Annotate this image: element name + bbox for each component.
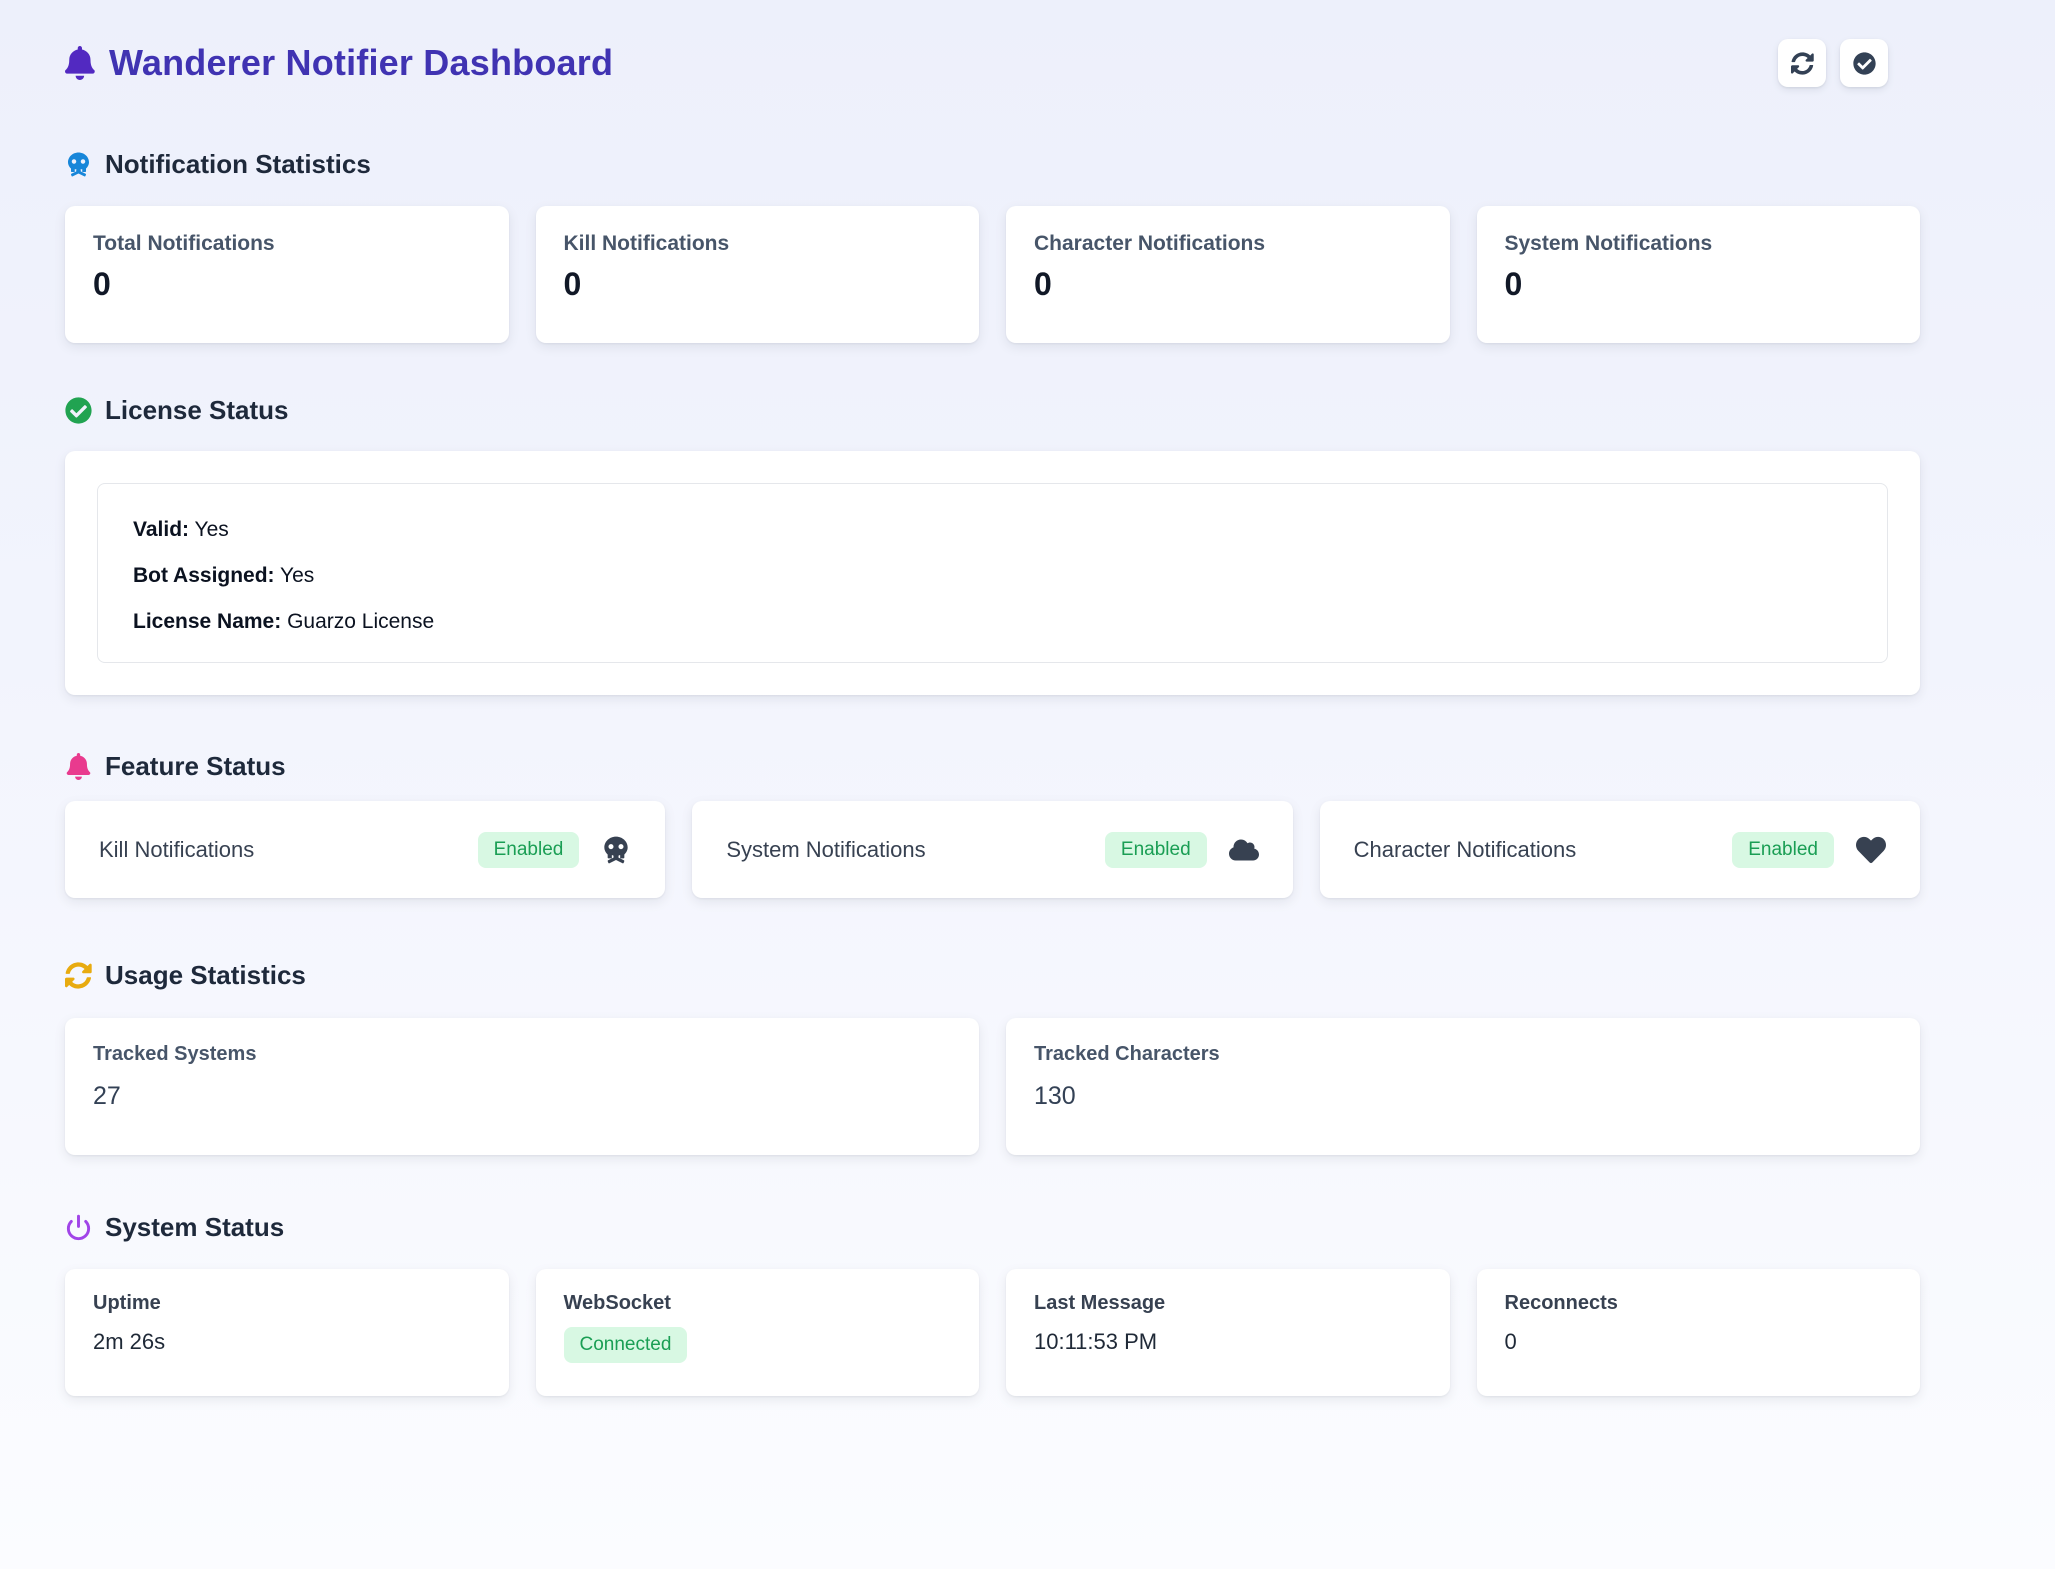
dashboard-page: Wanderer Notifier Dashboard Notification… bbox=[0, 0, 2055, 1516]
status-badge: Enabled bbox=[1732, 832, 1834, 868]
section-title-notification-statistics: Notification Statistics bbox=[65, 149, 1920, 180]
stat-value: 0 bbox=[1034, 266, 1422, 303]
stat-card-total-notifications: Total Notifications 0 bbox=[65, 206, 509, 343]
license-field-license-name: License Name: Guarzo License bbox=[133, 610, 1852, 634]
check-circle-icon bbox=[1853, 52, 1876, 75]
section-title-system-status: System Status bbox=[65, 1212, 1920, 1243]
feature-label: System Notifications bbox=[726, 837, 925, 863]
status-badge: Enabled bbox=[1105, 832, 1207, 868]
cloud-icon bbox=[1229, 835, 1259, 865]
stat-label: Kill Notifications bbox=[564, 232, 952, 256]
section-title-feature-status: Feature Status bbox=[65, 751, 1920, 782]
section-title-text: License Status bbox=[105, 395, 289, 426]
skull-crossbones-icon bbox=[65, 151, 92, 178]
section-license-status: License Status Valid: Yes Bot Assigned: … bbox=[65, 395, 1920, 695]
section-title-text: System Status bbox=[105, 1212, 284, 1243]
power-icon bbox=[65, 1214, 92, 1241]
feature-card-kill-notifications: Kill Notifications Enabled bbox=[65, 801, 665, 898]
license-field-value: Yes bbox=[280, 564, 314, 587]
status-badge: Enabled bbox=[478, 832, 580, 868]
feature-card-row: Kill Notifications Enabled System Notifi… bbox=[65, 801, 1920, 898]
system-card-uptime: Uptime 2m 26s bbox=[65, 1269, 509, 1396]
license-field-label: License Name: bbox=[133, 610, 281, 633]
usage-card-tracked-systems: Tracked Systems 27 bbox=[65, 1018, 979, 1155]
section-feature-status: Feature Status Kill Notifications Enable… bbox=[65, 751, 1920, 898]
stat-label: Total Notifications bbox=[93, 232, 481, 256]
header: Wanderer Notifier Dashboard bbox=[65, 33, 1920, 93]
stat-card-kill-notifications: Kill Notifications 0 bbox=[536, 206, 980, 343]
license-field-bot-assigned: Bot Assigned: Yes bbox=[133, 564, 1852, 588]
section-title-license-status: License Status bbox=[65, 395, 1920, 426]
section-usage-statistics: Usage Statistics Tracked Systems 27 Trac… bbox=[65, 960, 1920, 1155]
usage-card-tracked-characters: Tracked Characters 130 bbox=[1006, 1018, 1920, 1155]
section-title-text: Notification Statistics bbox=[105, 149, 371, 180]
system-label: WebSocket bbox=[564, 1292, 952, 1315]
page-title: Wanderer Notifier Dashboard bbox=[109, 42, 613, 84]
bell-icon bbox=[65, 46, 95, 80]
feature-label: Character Notifications bbox=[1354, 837, 1577, 863]
stat-label: System Notifications bbox=[1505, 232, 1893, 256]
connection-status-badge: Connected bbox=[564, 1327, 688, 1363]
usage-card-row: Tracked Systems 27 Tracked Characters 13… bbox=[65, 1018, 1920, 1155]
feature-card-system-notifications: System Notifications Enabled bbox=[692, 801, 1292, 898]
system-label: Last Message bbox=[1034, 1292, 1422, 1315]
license-field-label: Bot Assigned: bbox=[133, 564, 275, 587]
system-value: 2m 26s bbox=[93, 1329, 481, 1355]
section-system-status: System Status Uptime 2m 26s WebSocket Co… bbox=[65, 1212, 1920, 1396]
feature-card-character-notifications: Character Notifications Enabled bbox=[1320, 801, 1920, 898]
stat-value: 0 bbox=[564, 266, 952, 303]
stat-label: Character Notifications bbox=[1034, 232, 1422, 256]
system-label: Uptime bbox=[93, 1292, 481, 1315]
refresh-icon bbox=[1791, 52, 1814, 75]
header-actions bbox=[1778, 39, 1888, 87]
system-card-reconnects: Reconnects 0 bbox=[1477, 1269, 1921, 1396]
usage-value: 130 bbox=[1034, 1082, 1892, 1111]
header-title-group: Wanderer Notifier Dashboard bbox=[65, 42, 613, 84]
license-card: Valid: Yes Bot Assigned: Yes License Nam… bbox=[65, 451, 1920, 695]
license-field-label: Valid: bbox=[133, 518, 189, 541]
usage-label: Tracked Systems bbox=[93, 1043, 951, 1066]
refresh-button[interactable] bbox=[1778, 39, 1826, 87]
stat-value: 0 bbox=[1505, 266, 1893, 303]
license-details: Valid: Yes Bot Assigned: Yes License Nam… bbox=[97, 483, 1888, 663]
system-card-last-message: Last Message 10:11:53 PM bbox=[1006, 1269, 1450, 1396]
system-label: Reconnects bbox=[1505, 1292, 1893, 1315]
heart-icon bbox=[1856, 835, 1886, 865]
license-field-value: Guarzo License bbox=[287, 610, 434, 633]
check-circle-icon bbox=[65, 397, 92, 424]
status-check-button[interactable] bbox=[1840, 39, 1888, 87]
stat-card-character-notifications: Character Notifications 0 bbox=[1006, 206, 1450, 343]
stat-card-system-notifications: System Notifications 0 bbox=[1477, 206, 1921, 343]
system-value: 10:11:53 PM bbox=[1034, 1329, 1422, 1355]
bell-icon bbox=[65, 753, 92, 780]
system-card-websocket: WebSocket Connected bbox=[536, 1269, 980, 1396]
usage-value: 27 bbox=[93, 1082, 951, 1111]
license-field-valid: Valid: Yes bbox=[133, 518, 1852, 542]
feature-label: Kill Notifications bbox=[99, 837, 254, 863]
stat-card-row: Total Notifications 0 Kill Notifications… bbox=[65, 206, 1920, 343]
license-field-value: Yes bbox=[195, 518, 229, 541]
usage-label: Tracked Characters bbox=[1034, 1043, 1892, 1066]
skull-crossbones-icon bbox=[601, 835, 631, 865]
section-notification-statistics: Notification Statistics Total Notificati… bbox=[65, 149, 1920, 343]
sync-icon bbox=[65, 962, 92, 989]
section-title-text: Usage Statistics bbox=[105, 960, 306, 991]
stat-value: 0 bbox=[93, 266, 481, 303]
section-title-text: Feature Status bbox=[105, 751, 286, 782]
section-title-usage-statistics: Usage Statistics bbox=[65, 960, 1920, 991]
system-card-row: Uptime 2m 26s WebSocket Connected Last M… bbox=[65, 1269, 1920, 1396]
system-value: 0 bbox=[1505, 1329, 1893, 1355]
